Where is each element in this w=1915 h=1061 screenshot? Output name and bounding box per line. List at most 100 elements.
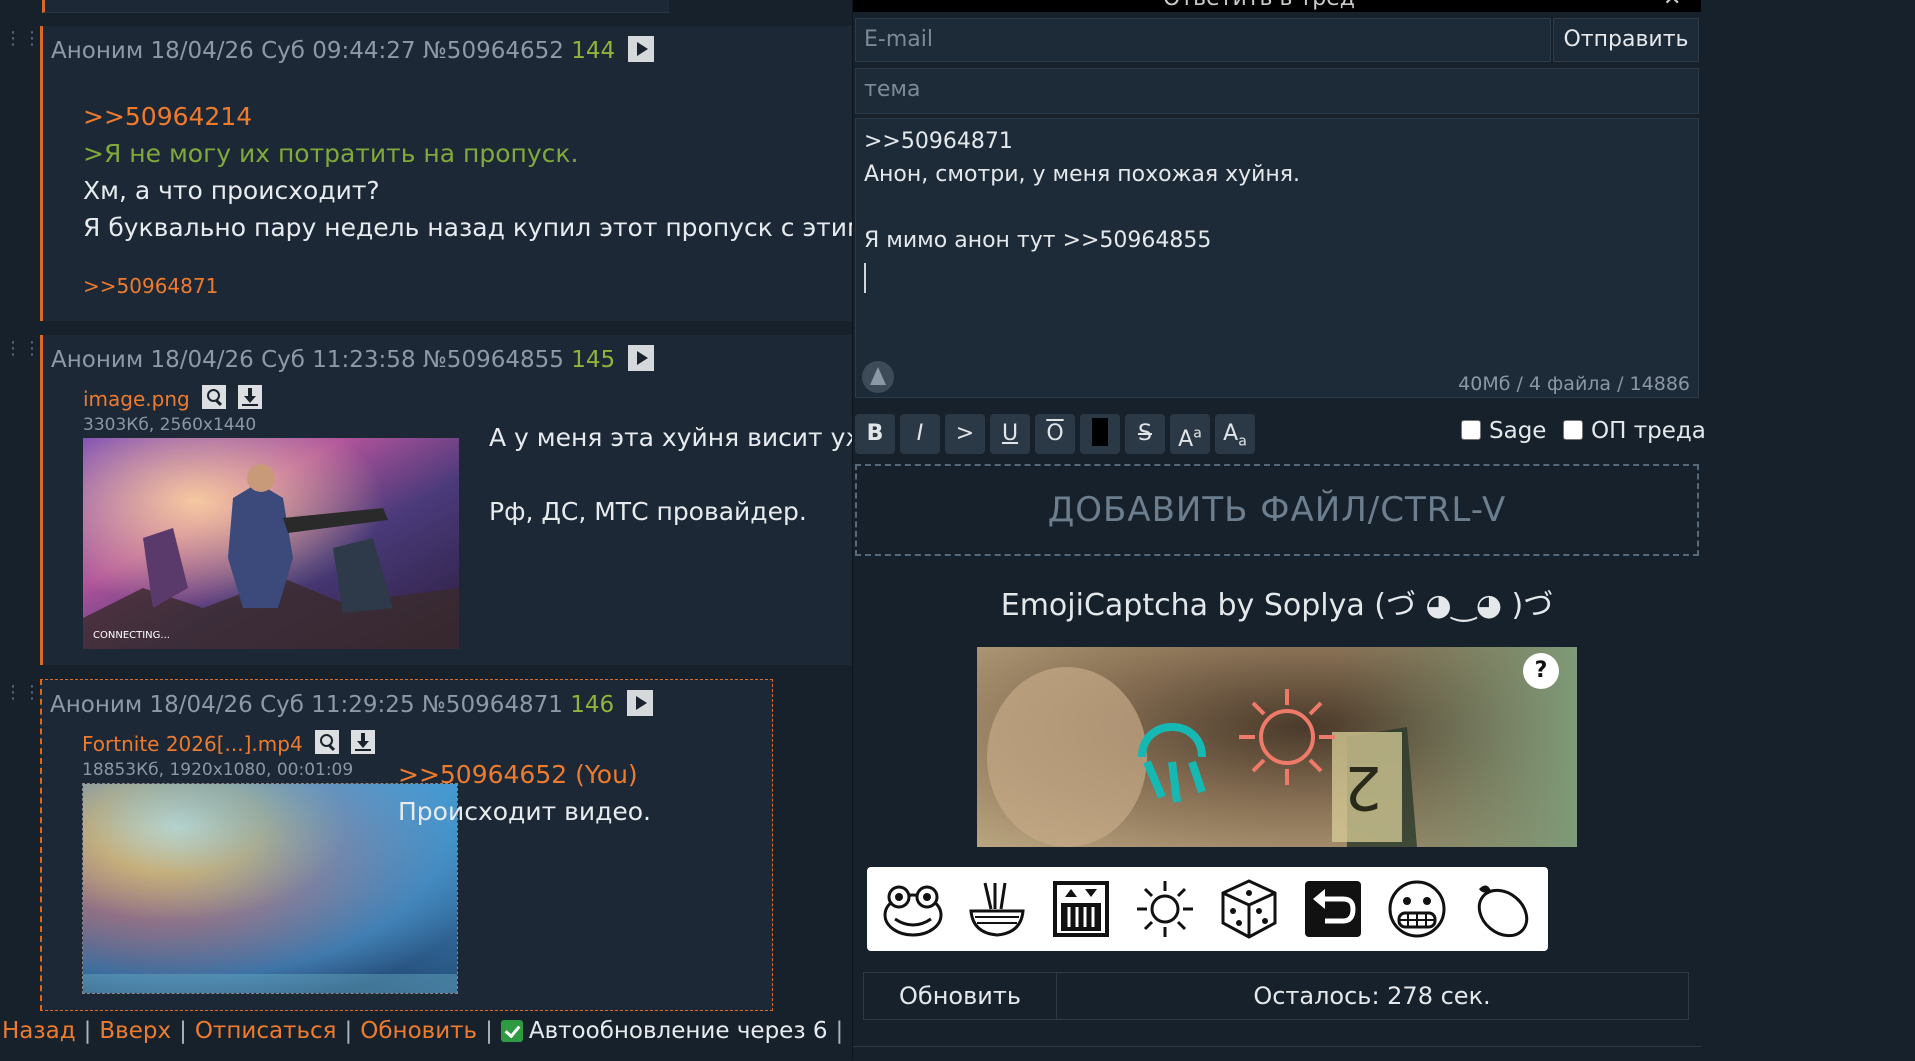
file-dropzone[interactable]: ДОБАВИТЬ ФАЙЛ/CTRL-V — [855, 464, 1699, 556]
file-meta: 18853Кб, 1920x1080, 00:01:09 — [82, 760, 354, 780]
post-id[interactable]: №50964871 — [422, 692, 563, 718]
message-textarea[interactable]: >>50964871 Анон, смотри, у меня похожая … — [855, 118, 1699, 398]
play-icon[interactable] — [627, 690, 654, 716]
op-checkbox[interactable] — [1563, 420, 1583, 440]
post-header: Аноним 18/04/26 Суб 11:29:25 №50964871 1… — [50, 690, 654, 718]
reply-form-title: Ответить в тред — [1163, 0, 1355, 11]
close-icon[interactable]: ✕ — [1663, 0, 1681, 11]
submit-button[interactable]: Отправить — [1553, 18, 1699, 62]
elevator-icon — [1053, 881, 1109, 937]
spoiler-button[interactable] — [1080, 414, 1120, 454]
captcha-image: 2 ? — [977, 647, 1577, 847]
email-input[interactable]: E-mail — [855, 18, 1551, 62]
file-info: image.png — [83, 385, 263, 411]
bold-button[interactable]: B — [855, 414, 895, 454]
post: Аноним 18/04/26 Суб 11:29:25 №50964871 1… — [40, 679, 773, 1011]
search-icon[interactable] — [315, 730, 340, 754]
post-menu-icon[interactable]: ⋮⋮ — [4, 682, 42, 703]
play-icon[interactable] — [628, 345, 655, 371]
subscript-button[interactable]: Aa — [1215, 414, 1255, 454]
back-link[interactable]: Назад — [2, 1018, 76, 1044]
reply-link[interactable]: >>50964214 — [83, 98, 866, 135]
unsubscribe-link[interactable]: Отписаться — [195, 1018, 337, 1044]
post-number: 146 — [570, 692, 615, 718]
captcha-choice-ramen[interactable] — [951, 867, 1044, 951]
post-number: 144 — [571, 38, 616, 64]
post-datetime: 18/04/26 Суб 11:29:25 — [149, 692, 415, 718]
download-icon[interactable] — [238, 385, 263, 409]
thread-bottom-nav: Назад | Вверх | Отписаться | Обновить | Автообно… — [2, 1018, 844, 1044]
autoupdate-checkbox[interactable] — [500, 1020, 523, 1042]
reply-link[interactable]: >>50964652 (You) — [398, 756, 651, 793]
message-line: Я буквально пару недель назад купил этот… — [83, 213, 866, 242]
captcha-title: EmojiCaptcha by Soplya (づ ◕‿◕ )づ — [1000, 588, 1554, 623]
strikethrough-button[interactable]: S — [1125, 414, 1165, 454]
backlink[interactable]: >>50964871 — [83, 274, 218, 298]
play-icon[interactable] — [628, 36, 655, 62]
captcha-choice-die[interactable] — [1203, 867, 1296, 951]
underline-button[interactable]: U — [990, 414, 1030, 454]
captcha-controls: Обновить Осталось: 278 сек. — [863, 972, 1689, 1020]
autoupdate-label: Автообновление через 6 — [528, 1018, 828, 1044]
captcha-help-button[interactable]: ? — [1523, 653, 1559, 689]
frog-face-icon — [883, 885, 943, 937]
sage-option[interactable]: Sage — [1461, 418, 1546, 444]
captcha-choice-frog[interactable] — [867, 867, 960, 951]
post-datetime: 18/04/26 Суб 09:44:27 — [150, 38, 416, 64]
up-link[interactable]: Вверх — [99, 1018, 171, 1044]
op-option[interactable]: ОП треда — [1563, 418, 1706, 444]
quote-button[interactable]: > — [945, 414, 985, 454]
captcha-choice-return[interactable] — [1287, 867, 1380, 951]
post-id[interactable]: №50964652 — [423, 38, 564, 64]
sage-checkbox[interactable] — [1461, 420, 1481, 440]
post-author: Аноним — [51, 38, 144, 64]
captcha-refresh-button[interactable]: Обновить — [864, 973, 1057, 1019]
text-caret — [864, 263, 866, 293]
image-thumbnail[interactable]: CONNECTING... — [83, 438, 459, 649]
thread-column: ⋮⋮ Аноним 18/04/26 Суб 09:44:27 №5096465… — [0, 0, 868, 1060]
superscript-button[interactable]: Aa — [1170, 414, 1210, 454]
greentext-line: >Я не могу их потратить на пропуск. — [83, 139, 579, 168]
captcha-choice-grimace[interactable] — [1371, 867, 1464, 951]
op-label: ОП треда — [1591, 418, 1706, 444]
captcha-timer: Осталось: 278 сек. — [1253, 982, 1491, 1010]
file-meta: 3303Кб, 2560x1440 — [83, 415, 257, 435]
post: Аноним 18/04/26 Суб 09:44:27 №50964652 1… — [40, 26, 866, 321]
captcha-choice-lemon[interactable] — [1455, 867, 1548, 951]
file-name-link[interactable]: Fortnite 2026[...].mp4 — [82, 732, 303, 756]
ramen-bowl-icon — [969, 882, 1025, 937]
post: Аноним 18/04/26 Суб 11:23:58 №50964855 1… — [40, 335, 868, 665]
message-line: Рф, ДС, МТС провайдер. — [489, 497, 807, 526]
reply-form-header[interactable]: Ответить в тред ✕ — [853, 0, 1701, 12]
lemon-icon — [1477, 885, 1529, 938]
thumb-caption: CONNECTING... — [93, 630, 170, 641]
captcha-choice-sun[interactable] — [1119, 867, 1212, 951]
post-menu-icon[interactable]: ⋮⋮ — [4, 28, 42, 49]
search-icon[interactable] — [202, 385, 227, 409]
sun-icon — [1137, 881, 1193, 937]
post-author: Аноним — [50, 692, 143, 718]
svg-text:2: 2 — [1344, 752, 1382, 822]
file-info: Fortnite 2026[...].mp4 — [82, 730, 376, 756]
superscript-label: Aa — [1178, 426, 1202, 453]
post-header: Аноним 18/04/26 Суб 09:44:27 №50964652 1… — [51, 36, 655, 64]
return-arrow-icon — [1305, 881, 1361, 937]
post-number: 145 — [571, 347, 616, 373]
message-line: А у меня эта хуйня висит уж — [489, 423, 868, 452]
post-menu-icon[interactable]: ⋮⋮ — [4, 338, 42, 359]
subject-input[interactable]: тема — [855, 68, 1699, 114]
reply-form: Ответить в тред ✕ E-mail Отправить тема … — [852, 0, 1706, 1060]
message-line: Хм, а что происходит? — [83, 176, 380, 205]
subscript-label: Aa — [1223, 421, 1247, 450]
italic-button[interactable]: I — [900, 414, 940, 454]
logo-icon — [862, 361, 894, 393]
post-id[interactable]: №50964855 — [423, 347, 564, 373]
download-icon[interactable] — [351, 730, 376, 754]
post-header: Аноним 18/04/26 Суб 11:23:58 №50964855 1… — [51, 345, 655, 373]
overline-button[interactable]: O — [1035, 414, 1075, 454]
spoiler-icon — [1092, 418, 1108, 446]
refresh-link[interactable]: Обновить — [360, 1018, 477, 1044]
file-name-link[interactable]: image.png — [83, 387, 190, 411]
message-line: Происходит видео. — [398, 797, 651, 826]
captcha-choice-elevator[interactable] — [1035, 867, 1128, 951]
